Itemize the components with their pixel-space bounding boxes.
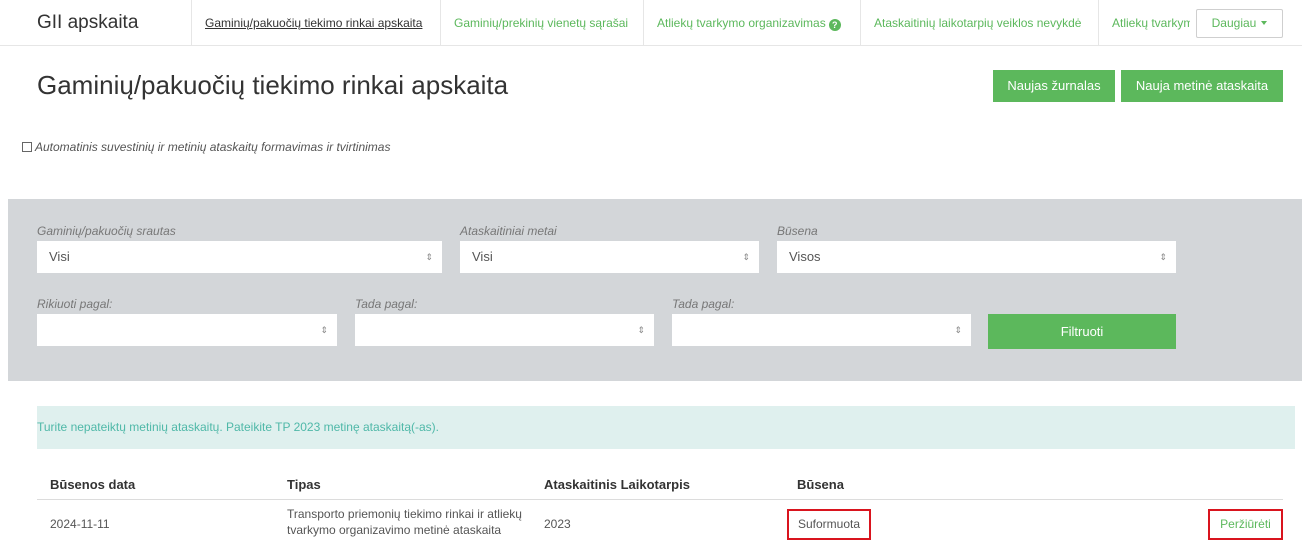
sort-label: Rikiuoti pagal: [37, 297, 113, 311]
top-navbar: GII apskaita Gaminių/pakuočių tiekimo ri… [0, 0, 1302, 46]
year-filter-label: Ataskaitiniai metai [460, 224, 557, 238]
row-type-line2: tvarkymo organizavimo metinė ataskaita [287, 523, 502, 537]
filter-panel [8, 199, 1302, 381]
brand-title[interactable]: GII apskaita [37, 12, 138, 34]
column-header-period: Ataskaitinis Laikotarpis [544, 477, 690, 492]
nav-link-no-activity[interactable]: Ataskaitinių laikotarpių veiklos nevykdė [860, 0, 1094, 46]
auto-formation-checkbox[interactable] [22, 142, 32, 152]
flow-select-value: Visi [49, 249, 70, 264]
then-sort-select-2[interactable]: ⇕ [672, 314, 971, 346]
auto-formation-label: Automatinis suvestinių ir metinių ataska… [35, 140, 391, 154]
column-header-type: Tipas [287, 477, 321, 492]
status-select[interactable]: Visos ⇕ [777, 241, 1176, 273]
flow-filter-label: Gaminių/pakuočių srautas [37, 224, 176, 238]
select-arrows-icon: ⇕ [425, 252, 433, 262]
select-arrows-icon: ⇕ [742, 252, 750, 262]
view-report-link[interactable]: Peržiūrėti [1208, 509, 1283, 540]
select-arrows-icon: ⇕ [1159, 252, 1167, 262]
more-dropdown-button[interactable]: Daugiau [1196, 9, 1283, 38]
filter-button[interactable]: Filtruoti [988, 314, 1176, 349]
year-select-value: Visi [472, 249, 493, 264]
pending-reports-alert: Turite nepateiktų metinių ataskaitų. Pat… [37, 406, 1295, 449]
table-header-divider [37, 499, 1283, 500]
year-select[interactable]: Visi ⇕ [460, 241, 759, 273]
row-type-line1: Transporto priemonių tiekimo rinkai ir a… [287, 507, 522, 521]
select-arrows-icon: ⇕ [637, 325, 645, 335]
nav-link-waste-management-label: Atliekų tvarkymo organizavimas [657, 16, 826, 30]
row-type: Transporto priemonių tiekimo rinkai ir a… [287, 506, 522, 538]
column-header-status: Būsena [797, 477, 844, 492]
row-period: 2023 [544, 517, 571, 531]
row-status-date: 2024-11-11 [50, 517, 110, 531]
flow-select[interactable]: Visi ⇕ [37, 241, 442, 273]
page-title: Gaminių/pakuočių tiekimo rinkai apskaita [37, 70, 509, 100]
status-select-value: Visos [789, 249, 821, 264]
column-header-status-date: Būsenos data [50, 477, 136, 492]
nav-link-supply-accounting[interactable]: Gaminių/pakuočių tiekimo rinkai apskaita [191, 0, 435, 46]
more-label: Daugiau [1211, 16, 1257, 30]
sort-select[interactable]: ⇕ [37, 314, 337, 346]
then-sort-label-1: Tada pagal: [355, 297, 418, 311]
nav-link-product-lists[interactable]: Gaminių/prekinių vienetų sąrašai [440, 0, 641, 46]
new-annual-report-button[interactable]: Nauja metinė ataskaita [1121, 70, 1283, 102]
select-arrows-icon: ⇕ [320, 325, 328, 335]
caret-down-icon [1261, 21, 1268, 25]
new-journal-button[interactable]: Naujas žurnalas [993, 70, 1115, 102]
help-icon[interactable]: ? [828, 19, 841, 31]
status-filter-label: Būsena [777, 224, 818, 238]
select-arrows-icon: ⇕ [954, 325, 962, 335]
then-sort-select-1[interactable]: ⇕ [355, 314, 654, 346]
row-status-badge: Suformuota [787, 509, 871, 540]
then-sort-label-2: Tada pagal: [672, 297, 735, 311]
auto-formation-option: Automatinis suvestinių ir metinių ataska… [22, 140, 390, 154]
nav-link-waste-truncated[interactable]: Atliekų tvarkym [1098, 0, 1190, 46]
nav-link-waste-management[interactable]: Atliekų tvarkymo organizavimas? [643, 0, 854, 46]
